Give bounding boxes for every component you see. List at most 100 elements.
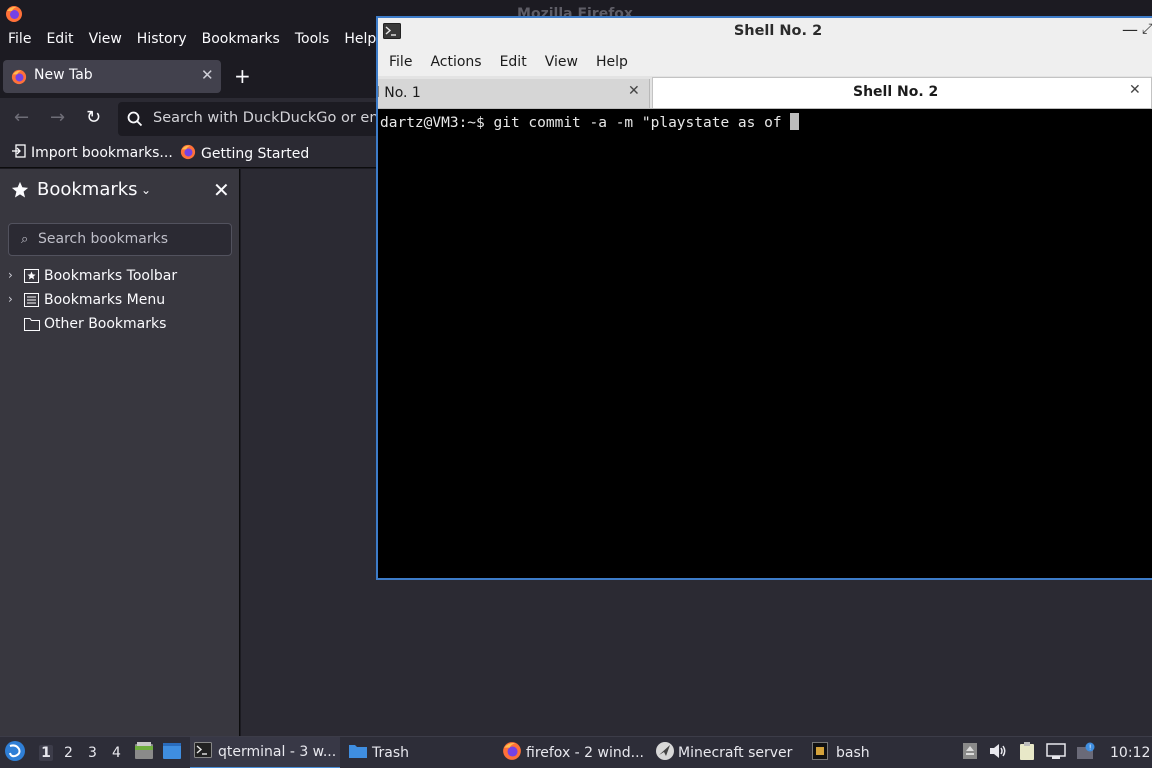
sidebar-item-label: Other Bookmarks	[44, 316, 167, 332]
sidebar-item-bookmarks-menu[interactable]: › Bookmarks Menu	[0, 289, 240, 313]
chevron-right-icon[interactable]: ›	[8, 268, 13, 282]
url-bar[interactable]: Search with DuckDuckGo or ent	[118, 102, 418, 136]
menu-bookmarks[interactable]: Bookmarks	[194, 30, 287, 52]
search-icon	[127, 111, 143, 131]
folder-icon	[348, 743, 368, 763]
menu-edit[interactable]: Edit	[38, 30, 80, 52]
minimize-icon[interactable]: —	[1122, 20, 1138, 39]
reload-icon[interactable]: ↻	[86, 107, 101, 128]
task-label: Minecraft server	[678, 745, 793, 761]
server-app-icon	[655, 741, 675, 765]
chevron-down-icon[interactable]: ⌄	[141, 183, 151, 197]
task-label: bash	[836, 745, 870, 761]
qt-menu-actions[interactable]: Actions	[421, 46, 490, 76]
file-manager-launcher[interactable]	[134, 737, 154, 768]
bash-terminal-icon	[812, 742, 828, 764]
search-icon: ⌕	[21, 232, 29, 247]
volume-icon[interactable]	[988, 742, 1008, 764]
task-label: firefox - 2 wind...	[526, 745, 644, 761]
qterminal-menubar: File Actions Edit View Help	[378, 46, 1152, 76]
task-firefox[interactable]: firefox - 2 wind...	[502, 737, 644, 768]
maximize-icon[interactable]: ⤢	[1142, 21, 1152, 37]
notification-icon[interactable]: !	[1076, 742, 1096, 764]
bookmarks-toolbar-icon	[24, 269, 39, 287]
lxqt-logo-icon	[4, 740, 26, 766]
qt-menu-view[interactable]: View	[536, 46, 587, 76]
task-bash[interactable]: bash	[812, 737, 870, 768]
sidebar-header: Bookmarks ⌄ ✕	[0, 169, 240, 213]
sidebar-item-bookmarks-toolbar[interactable]: › Bookmarks Toolbar	[0, 265, 240, 289]
file-manager-icon	[134, 741, 154, 765]
import-bookmarks-button[interactable]: Import bookmarks...	[12, 144, 173, 162]
workspace-1[interactable]: 1	[39, 745, 53, 761]
taskbar: 1 2 3 4 qterminal - 3 w... Trash firefox…	[0, 736, 1152, 768]
chevron-right-icon[interactable]: ›	[8, 292, 13, 306]
clock[interactable]: 10:12	[1110, 737, 1150, 768]
import-bookmarks-label: Import bookmarks...	[31, 145, 173, 161]
tab-shell-1[interactable]: ll No. 1 ✕	[378, 79, 650, 108]
menu-file[interactable]: File	[0, 30, 38, 52]
search-bookmarks-placeholder: Search bookmarks	[38, 231, 169, 247]
workspace-4[interactable]: 4	[112, 745, 121, 761]
task-label: Trash	[372, 745, 409, 761]
firefox-menubar: File Edit View History Bookmarks Tools H…	[0, 30, 383, 52]
tab-label: New Tab	[34, 67, 93, 83]
tab-label: Shell No. 2	[853, 84, 939, 100]
terminal-output[interactable]: dartz@VM3:~$ git commit -a -m "playstate…	[378, 110, 1152, 578]
tab-label: ll No. 1	[378, 85, 421, 101]
sidebar-item-label: Bookmarks Toolbar	[44, 268, 178, 284]
qt-menu-help[interactable]: Help	[587, 46, 637, 76]
task-label: qterminal - 3 w...	[218, 744, 337, 760]
menu-history[interactable]: History	[129, 30, 194, 52]
qt-menu-edit[interactable]: Edit	[491, 46, 536, 76]
close-icon[interactable]: ✕	[213, 178, 230, 202]
tab-shell-2[interactable]: Shell No. 2 ✕	[652, 77, 1152, 108]
bookmarks-menu-icon	[24, 293, 39, 311]
clipboard-icon[interactable]	[1018, 741, 1036, 765]
folder-icon	[24, 317, 40, 335]
workspace-3[interactable]: 3	[88, 745, 97, 761]
getting-started-bookmark[interactable]: Getting Started	[180, 144, 309, 164]
task-minecraft-server[interactable]: Minecraft server	[655, 737, 792, 768]
task-qterminal[interactable]: qterminal - 3 w...	[190, 737, 340, 768]
start-menu-button[interactable]	[4, 737, 26, 768]
search-bookmarks-input[interactable]: ⌕ Search bookmarks	[8, 223, 232, 256]
firefox-favicon-icon	[11, 69, 27, 89]
new-tab-plus-icon[interactable]: +	[234, 64, 251, 88]
qterminal-tabbar: ll No. 1 ✕ Shell No. 2 ✕	[378, 76, 1152, 109]
show-desktop-launcher[interactable]	[162, 737, 182, 768]
menu-tools[interactable]: Tools	[287, 30, 337, 52]
menu-view[interactable]: View	[81, 30, 129, 52]
terminal-line: dartz@VM3:~$ git commit -a -m "playstate…	[380, 113, 800, 131]
firefox-logo-icon	[5, 5, 23, 27]
back-arrow-icon[interactable]: ←	[14, 107, 29, 128]
terminal-icon	[383, 23, 401, 43]
import-icon	[12, 144, 26, 162]
qt-menu-file[interactable]: File	[380, 46, 421, 76]
svg-text:!: !	[1089, 744, 1092, 752]
bookmarks-sidebar: Bookmarks ⌄ ✕ ⌕ Search bookmarks › Bookm…	[0, 169, 240, 736]
desktop-icon	[162, 742, 182, 764]
tab-close-icon[interactable]: ✕	[1129, 82, 1141, 98]
terminal-command: dartz@VM3:~$ git commit -a -m "playstate…	[380, 115, 791, 131]
sidebar-title[interactable]: Bookmarks	[37, 179, 138, 200]
eject-icon[interactable]	[962, 742, 978, 764]
workspace-2[interactable]: 2	[64, 745, 73, 761]
system-tray: !	[962, 737, 1096, 768]
terminal-icon	[194, 742, 212, 762]
network-icon[interactable]	[1046, 742, 1066, 764]
qterminal-window: Shell No. 2 — ⤢ File Actions Edit View H…	[376, 16, 1152, 580]
qterminal-window-title: Shell No. 2	[733, 23, 823, 39]
forward-arrow-icon[interactable]: →	[50, 107, 65, 128]
sidebar-item-other-bookmarks[interactable]: Other Bookmarks	[0, 313, 240, 337]
sidebar-item-label: Bookmarks Menu	[44, 292, 166, 308]
firefox-logo-icon	[502, 741, 522, 765]
url-placeholder: Search with DuckDuckGo or ent	[153, 110, 385, 126]
task-trash[interactable]: Trash	[348, 737, 409, 768]
qterminal-titlebar[interactable]: Shell No. 2 — ⤢	[378, 18, 1152, 46]
firefox-favicon-icon	[180, 144, 196, 164]
tab-close-icon[interactable]: ✕	[628, 83, 640, 99]
tab-close-icon[interactable]: ✕	[201, 66, 214, 84]
getting-started-label: Getting Started	[201, 146, 310, 162]
tab-new-tab[interactable]: New Tab ✕	[3, 60, 221, 93]
